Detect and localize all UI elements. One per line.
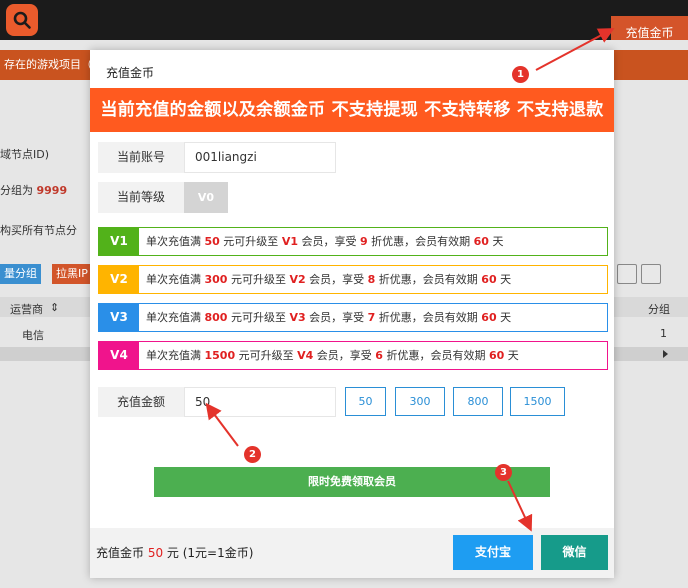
annotation-2: 2 xyxy=(244,446,261,463)
arrow-3 xyxy=(507,480,533,532)
annotation-3: 3 xyxy=(495,464,512,481)
arrow-2 xyxy=(205,402,239,447)
arrow-1 xyxy=(535,28,615,71)
annotation-arrows xyxy=(205,28,615,532)
annotation-1: 1 xyxy=(512,66,529,83)
